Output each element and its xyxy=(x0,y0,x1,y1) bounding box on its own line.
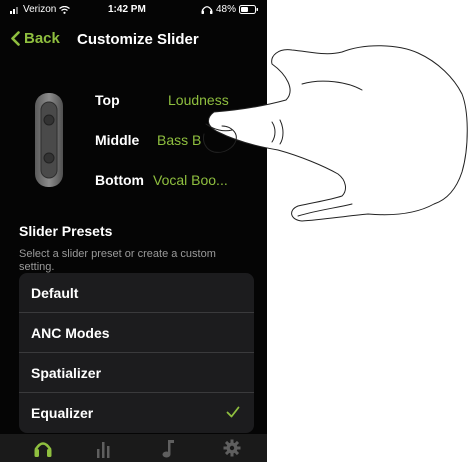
earbud-slider-icon xyxy=(35,93,63,187)
preset-label: ANC Modes xyxy=(31,325,110,341)
slider-row-top-label: Top xyxy=(95,92,120,108)
preset-spatializer[interactable]: Spatializer xyxy=(19,353,254,393)
signal-icon xyxy=(10,6,18,14)
presets-list: Default ANC Modes Spatializer Equalizer xyxy=(19,273,254,433)
status-right: 48% xyxy=(201,4,259,15)
preset-equalizer[interactable]: Equalizer xyxy=(19,393,254,433)
presets-section-title: Slider Presets xyxy=(19,223,113,239)
carrier-info: Verizon xyxy=(10,4,71,15)
clock: 1:42 PM xyxy=(108,4,146,15)
status-bar: Verizon 1:42 PM 48% xyxy=(0,0,267,20)
equalizer-bars-icon[interactable] xyxy=(93,438,113,458)
preset-label: Default xyxy=(31,285,79,301)
slider-row-middle-label: Middle xyxy=(95,132,140,148)
wifi-icon xyxy=(59,5,71,14)
preset-label: Spatializer xyxy=(31,365,102,381)
back-button[interactable]: Back xyxy=(10,30,60,47)
gear-icon[interactable] xyxy=(222,438,242,458)
battery-icon xyxy=(239,5,258,14)
preset-anc-modes[interactable]: ANC Modes xyxy=(19,313,254,353)
preset-default[interactable]: Default xyxy=(19,273,254,313)
slider-row-bottom-label: Bottom xyxy=(95,172,144,188)
headphone-status-icon xyxy=(201,6,213,14)
music-note-icon[interactable] xyxy=(158,438,178,458)
checkmark-icon xyxy=(226,406,240,418)
pointing-hand-illustration xyxy=(203,45,468,222)
back-label: Back xyxy=(24,30,60,47)
presets-section-description: Select a slider preset or create a custo… xyxy=(19,248,216,273)
chevron-left-icon xyxy=(11,31,20,46)
headphones-icon[interactable] xyxy=(33,438,53,458)
preset-label: Equalizer xyxy=(31,405,94,421)
tab-bar xyxy=(0,434,267,462)
carrier-name: Verizon xyxy=(23,4,57,15)
battery-percent: 48% xyxy=(215,4,236,15)
